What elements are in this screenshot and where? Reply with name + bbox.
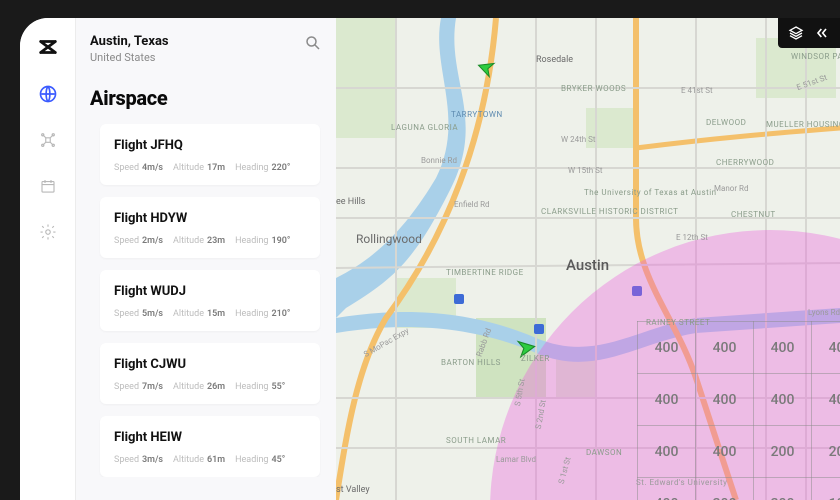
map-label: TIMBERTINE RIDGE bbox=[446, 268, 524, 277]
map-label: DELWOOD bbox=[706, 118, 746, 127]
flight-meta: Speed2m/s Altitude23m Heading190° bbox=[114, 236, 306, 246]
map-road-label: Lamar Blvd bbox=[496, 455, 536, 464]
map-label: CHERRYWOOD bbox=[716, 158, 774, 167]
map-label: DAWSON bbox=[586, 448, 622, 457]
flight-meta: Speed7m/s Altitude26m Heading55° bbox=[114, 382, 306, 392]
map-label: SOUTH LAMAR bbox=[446, 436, 506, 445]
flight-name: Flight HDYW bbox=[114, 211, 306, 226]
location-header: Austin, Texas United States bbox=[90, 34, 322, 64]
map-road-label: E 41st St bbox=[681, 86, 713, 95]
map-label: Rollingwood bbox=[356, 232, 422, 246]
map-label: Rosedale bbox=[536, 55, 573, 65]
flight-meta: Speed5m/s Altitude15m Heading210° bbox=[114, 309, 306, 319]
flight-list[interactable]: Flight JFHQ Speed4m/s Altitude17m Headin… bbox=[90, 124, 322, 477]
nav-calendar-icon[interactable] bbox=[38, 176, 58, 196]
flight-name: Flight CJWU bbox=[114, 357, 306, 372]
map-road-label: Manor Rd bbox=[714, 184, 748, 193]
map-label: ZILKER bbox=[521, 354, 550, 363]
flight-card[interactable]: Flight HEIW Speed3m/s Altitude61m Headin… bbox=[100, 416, 320, 477]
map-label: WINDSOR PARK bbox=[791, 52, 840, 61]
flight-name: Flight JFHQ bbox=[114, 138, 306, 153]
location-city: Austin, Texas bbox=[90, 34, 169, 49]
nav-rail bbox=[20, 18, 76, 500]
map-label: ee Hills bbox=[336, 197, 365, 207]
device-frame: Austin, Texas United States Airspace Fli… bbox=[0, 0, 840, 500]
side-panel: Austin, Texas United States Airspace Fli… bbox=[76, 18, 336, 500]
layers-icon[interactable] bbox=[788, 25, 804, 41]
app-screen: Austin, Texas United States Airspace Fli… bbox=[20, 18, 840, 500]
panel-title: Airspace bbox=[90, 86, 322, 110]
map-road-label: Enfield Rd bbox=[454, 200, 490, 209]
flight-card[interactable]: Flight WUDJ Speed5m/s Altitude15m Headin… bbox=[100, 270, 320, 331]
map-label: TARRYTOWN bbox=[451, 110, 503, 119]
map-topbar bbox=[778, 18, 840, 48]
nav-drone-icon[interactable] bbox=[38, 130, 58, 150]
search-icon[interactable] bbox=[304, 34, 322, 52]
flight-name: Flight HEIW bbox=[114, 430, 306, 445]
map-label: BRYKER WOODS bbox=[561, 84, 626, 93]
map-road-label: W 24th St bbox=[561, 135, 595, 144]
map-road-label: E 12th St bbox=[676, 233, 708, 242]
map-label: St. Edward's University bbox=[636, 478, 727, 487]
app-logo bbox=[37, 36, 59, 58]
map-label: CHESTNUT bbox=[731, 210, 776, 219]
nav-settings-icon[interactable] bbox=[38, 222, 58, 242]
flight-card[interactable]: Flight JFHQ Speed4m/s Altitude17m Headin… bbox=[100, 124, 320, 185]
map-label: st Valley bbox=[336, 485, 370, 495]
flight-meta: Speed4m/s Altitude17m Heading220° bbox=[114, 163, 306, 173]
map-label: MUELLER HOUSING bbox=[766, 120, 840, 129]
map-road-label: W 15th St bbox=[568, 166, 602, 175]
collapse-icon[interactable] bbox=[814, 25, 830, 41]
map-label: CLARKSVILLE HISTORIC DISTRICT bbox=[541, 208, 613, 217]
altitude-grid: 400400400400 400400400400 400400200200 4… bbox=[637, 321, 840, 500]
flight-name: Flight WUDJ bbox=[114, 284, 306, 299]
map-label: BARTON HILLS bbox=[441, 358, 501, 367]
map-road-label: Bonnie Rd bbox=[421, 156, 457, 165]
nav-airspace-icon[interactable] bbox=[38, 84, 58, 104]
map-label: LAGUNA GLORIA bbox=[391, 123, 458, 132]
flight-card[interactable]: Flight HDYW Speed2m/s Altitude23m Headin… bbox=[100, 197, 320, 258]
flight-meta: Speed3m/s Altitude61m Heading45° bbox=[114, 455, 306, 465]
map-city-label: Austin bbox=[566, 256, 609, 274]
flight-card[interactable]: Flight CJWU Speed7m/s Altitude26m Headin… bbox=[100, 343, 320, 404]
map[interactable]: 400400400400 400400400400 400400200200 4… bbox=[336, 18, 840, 500]
location-country: United States bbox=[90, 51, 169, 64]
map-road-label: Lyons Rd bbox=[808, 308, 840, 317]
map-label: The University of Texas at Austin bbox=[584, 188, 704, 197]
map-label: RAINEY STREET bbox=[646, 318, 710, 327]
